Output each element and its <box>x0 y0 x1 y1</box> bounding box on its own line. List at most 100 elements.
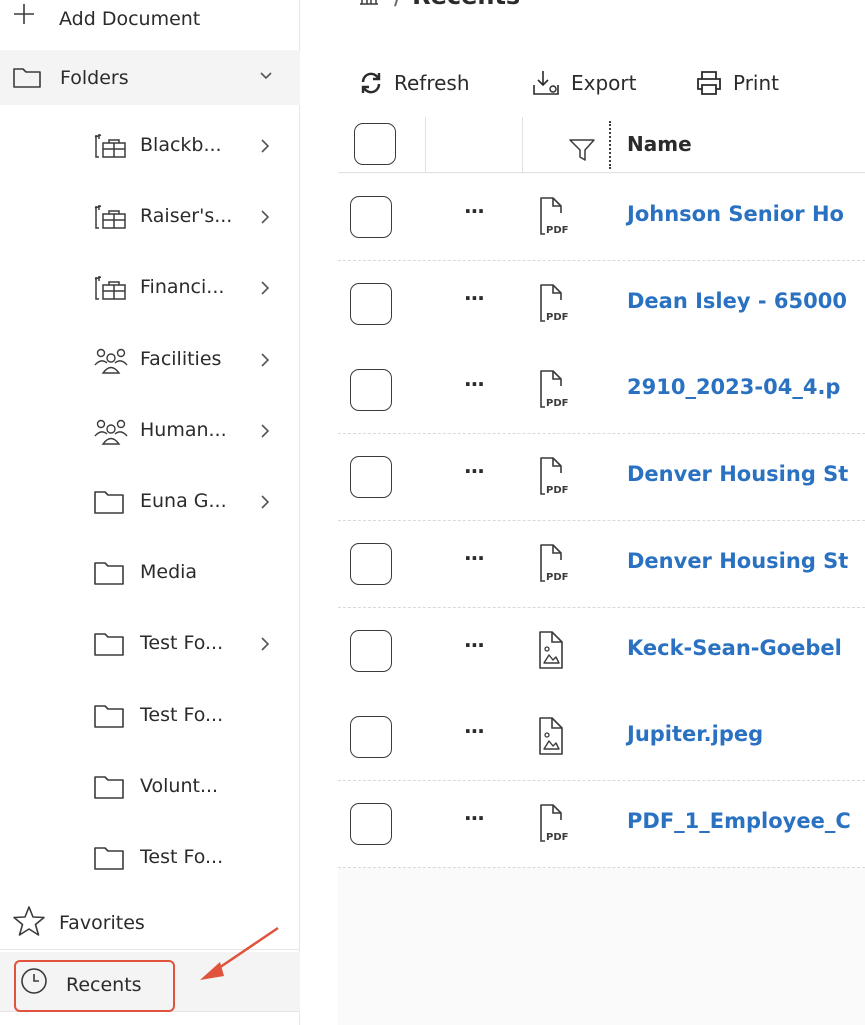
svg-text:PDF: PDF <box>546 312 568 323</box>
export-button[interactable]: Export <box>531 66 636 100</box>
folder-label: Facilities <box>140 347 222 370</box>
folder-icon <box>13 68 41 88</box>
refresh-button[interactable]: Refresh <box>358 66 470 100</box>
document-name-link[interactable]: Jupiter.jpeg <box>627 722 763 746</box>
library-icon[interactable] <box>358 0 380 6</box>
svg-text:PDF: PDF <box>546 398 568 409</box>
add-document-label: Add Document <box>59 8 201 30</box>
table-row[interactable]: ··· PDF 2910_2023-04_4.p <box>338 347 865 435</box>
toolbar: Refresh Export Print <box>300 60 865 105</box>
refresh-label: Refresh <box>394 71 470 95</box>
recents-label: Recents <box>66 974 142 996</box>
chevron-right-icon[interactable] <box>259 636 271 656</box>
sidebar-folder-item[interactable]: Raiser's... <box>0 187 300 247</box>
pdf-file-icon: PDF <box>536 456 576 500</box>
svg-text:PDF: PDF <box>546 572 568 583</box>
export-label: Export <box>571 71 637 95</box>
briefcase-folder-icon <box>93 133 127 159</box>
sidebar-folder-item[interactable]: Volunt... <box>0 757 300 817</box>
table-row[interactable]: ··· Jupiter.jpeg <box>338 694 865 782</box>
star-icon <box>13 906 45 936</box>
print-button[interactable]: Print <box>695 66 779 100</box>
sidebar-folder-item[interactable]: Test Fo... <box>0 614 300 674</box>
table-row[interactable]: ··· PDF Denver Housing St <box>338 434 865 522</box>
group-icon <box>93 418 128 445</box>
add-document-button[interactable]: Add Document <box>0 0 300 45</box>
image-file-icon <box>536 716 576 760</box>
folder-label: Test Fo... <box>140 846 224 868</box>
main-content: / Recents Refresh Export <box>300 0 865 1025</box>
pdf-file-icon: PDF <box>536 803 576 847</box>
sidebar: Add Document Folders Blackb... Raiser's..… <box>0 0 300 1025</box>
row-checkbox[interactable] <box>350 456 392 499</box>
folder-label: Test Fo... <box>140 632 224 655</box>
more-actions-button[interactable]: ··· <box>464 633 485 657</box>
sidebar-folder-item[interactable]: Financi... <box>0 258 300 318</box>
breadcrumb: / Recents <box>358 0 520 10</box>
chevron-right-icon[interactable] <box>259 138 271 158</box>
briefcase-folder-icon <box>93 275 127 301</box>
row-checkbox[interactable] <box>350 629 392 672</box>
folder-icon <box>93 489 127 515</box>
document-name-link[interactable]: PDF_1_Employee_C <box>627 809 851 833</box>
document-name-link[interactable]: Keck-Sean-Goebel <box>627 636 842 660</box>
pdf-file-icon: PDF <box>536 543 576 587</box>
table-row[interactable]: ··· PDF Johnson Senior Ho <box>338 174 865 261</box>
row-checkbox[interactable] <box>350 196 392 238</box>
more-actions-button[interactable]: ··· <box>464 719 485 743</box>
document-name-link[interactable]: 2910_2023-04_4.p <box>627 375 840 399</box>
grid-header: Name <box>338 117 865 173</box>
clock-icon <box>21 968 47 994</box>
folder-icon <box>93 631 127 657</box>
column-resize-handle[interactable] <box>609 121 611 169</box>
table-row[interactable]: ··· PDF PDF_1_Employee_C <box>338 780 865 868</box>
document-name-link[interactable]: Johnson Senior Ho <box>627 202 844 226</box>
table-row[interactable]: ··· PDF Denver Housing St <box>338 520 865 608</box>
document-name-link[interactable]: Denver Housing St <box>627 549 848 573</box>
folder-label: Financi... <box>140 276 225 299</box>
sidebar-folder-item[interactable]: Facilities <box>0 330 300 390</box>
folders-section-header[interactable]: Folders <box>0 50 300 105</box>
printer-icon <box>697 71 721 95</box>
row-checkbox[interactable] <box>350 802 392 845</box>
folder-label: Raiser's... <box>140 205 233 228</box>
more-actions-button[interactable]: ··· <box>464 546 485 570</box>
sidebar-folder-item[interactable]: Human... <box>0 401 300 461</box>
more-actions-button[interactable]: ··· <box>464 286 485 310</box>
chevron-down-icon[interactable] <box>258 70 274 82</box>
breadcrumb-separator: / <box>394 0 402 10</box>
svg-text:PDF: PDF <box>546 225 568 236</box>
select-all-checkbox[interactable] <box>354 123 396 165</box>
more-actions-button[interactable]: ··· <box>464 372 485 396</box>
filter-icon[interactable] <box>568 137 598 163</box>
row-checkbox[interactable] <box>350 282 392 325</box>
column-divider <box>522 117 523 173</box>
chevron-right-icon[interactable] <box>259 423 271 443</box>
sidebar-folder-item[interactable]: Blackb... <box>0 116 300 176</box>
sidebar-folder-item[interactable]: Media <box>0 543 300 603</box>
group-icon <box>93 347 128 374</box>
more-actions-button[interactable]: ··· <box>464 806 485 830</box>
chevron-right-icon[interactable] <box>259 209 271 229</box>
chevron-right-icon[interactable] <box>259 280 271 300</box>
table-row[interactable]: ··· PDF Dean Isley - 65000 <box>338 260 865 348</box>
row-checkbox[interactable] <box>350 542 392 585</box>
folder-icon <box>93 774 127 800</box>
plus-icon <box>14 4 34 24</box>
sidebar-folder-item[interactable]: Euna G... <box>0 472 300 532</box>
more-actions-button[interactable]: ··· <box>464 459 485 483</box>
more-actions-button[interactable]: ··· <box>464 199 485 223</box>
image-file-icon <box>536 630 576 674</box>
table-row[interactable]: ··· Keck-Sean-Goebel <box>338 607 865 695</box>
chevron-right-icon[interactable] <box>259 494 271 514</box>
svg-text:PDF: PDF <box>546 485 568 496</box>
sidebar-folder-item[interactable]: Test Fo... <box>0 828 300 888</box>
row-checkbox[interactable] <box>350 716 392 759</box>
chevron-right-icon[interactable] <box>259 352 271 372</box>
document-grid: Name ··· PDF Johnson Senior Ho ··· PDF Dean I… <box>338 117 865 1025</box>
document-name-link[interactable]: Denver Housing St <box>627 462 848 486</box>
column-header-name[interactable]: Name <box>627 132 692 156</box>
row-checkbox[interactable] <box>350 369 392 412</box>
sidebar-folder-item[interactable]: Test Fo... <box>0 686 300 746</box>
document-name-link[interactable]: Dean Isley - 65000 <box>627 289 847 313</box>
